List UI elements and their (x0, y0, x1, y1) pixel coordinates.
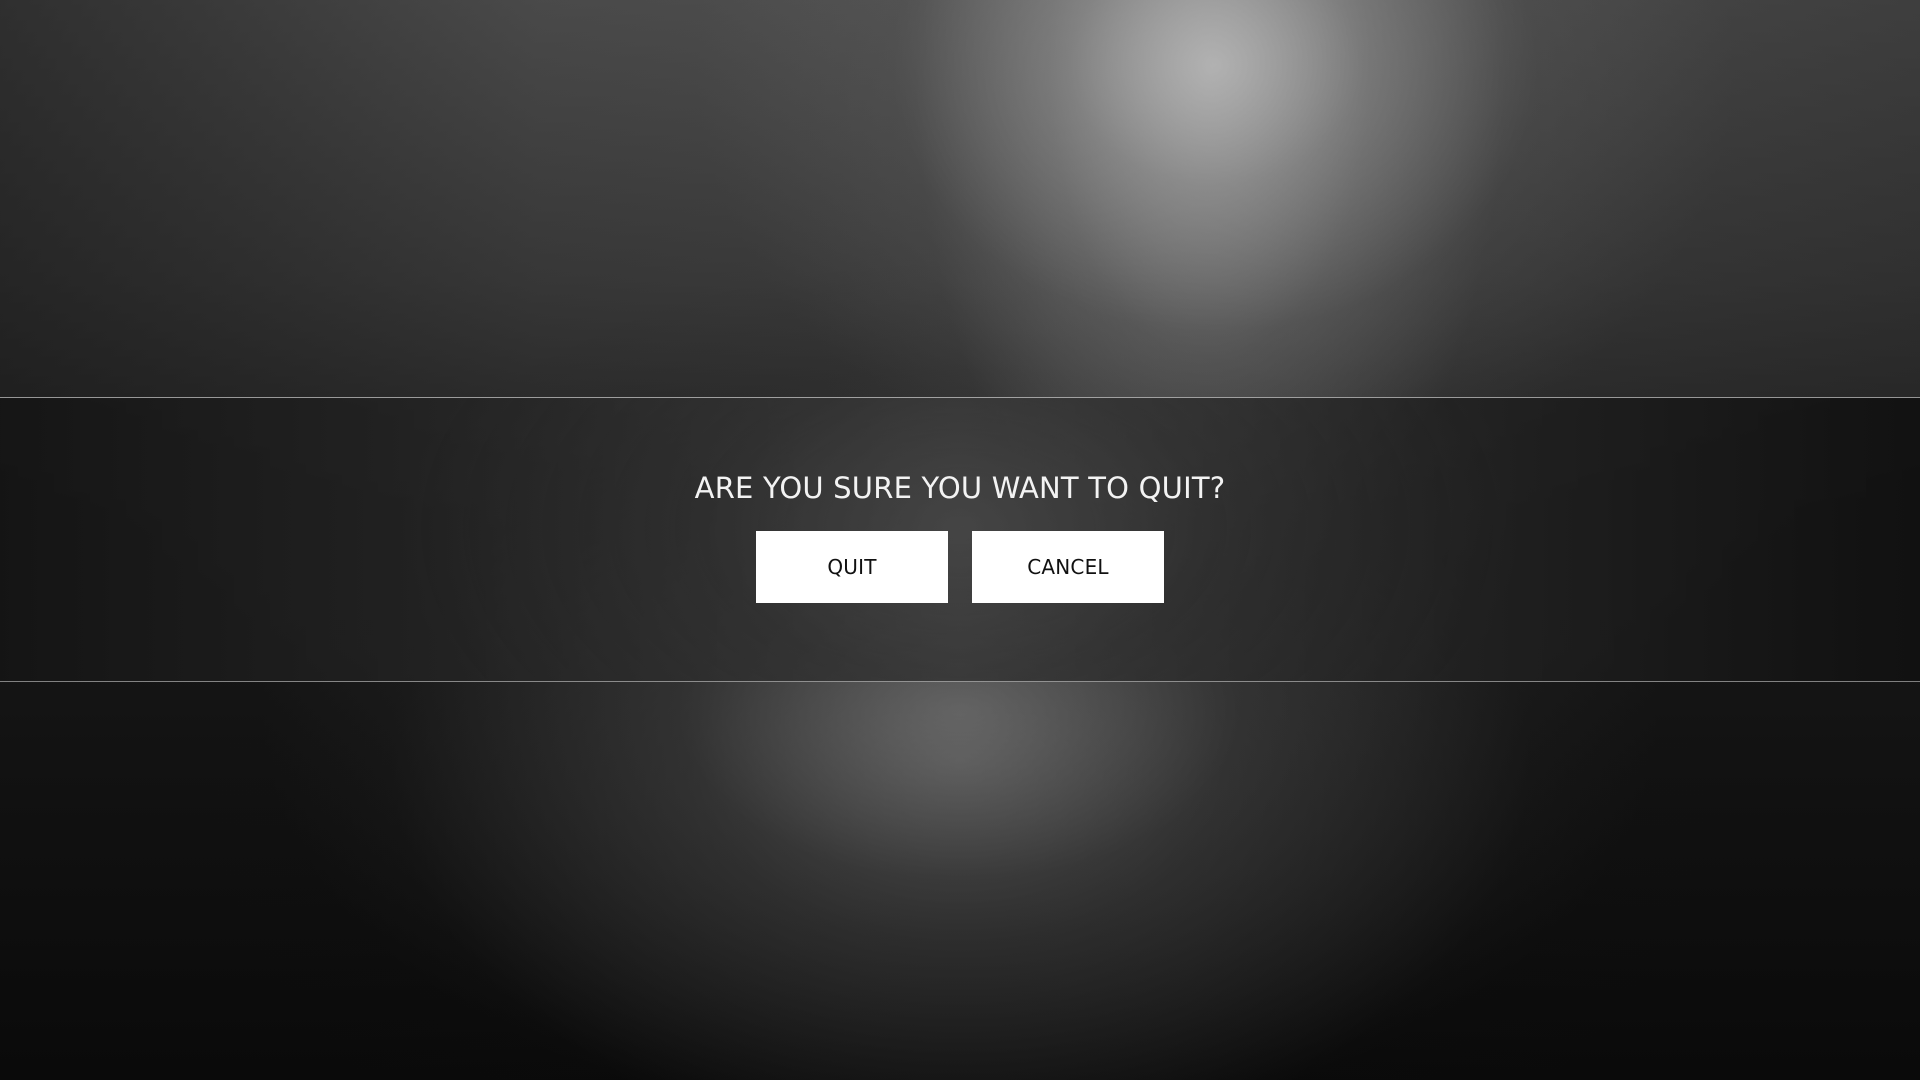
quit-button[interactable]: QUIT (756, 531, 948, 603)
cancel-button[interactable]: CANCEL (972, 531, 1164, 603)
bottom-background-glow (0, 682, 1920, 1080)
quit-confirmation-screen: ARE YOU SURE YOU WANT TO QUIT? QUIT CANC… (0, 0, 1920, 1080)
quit-confirmation-question: ARE YOU SURE YOU WANT TO QUIT? (694, 471, 1226, 505)
quit-dialog-band (0, 397, 1920, 682)
top-background-glow (0, 0, 1920, 397)
